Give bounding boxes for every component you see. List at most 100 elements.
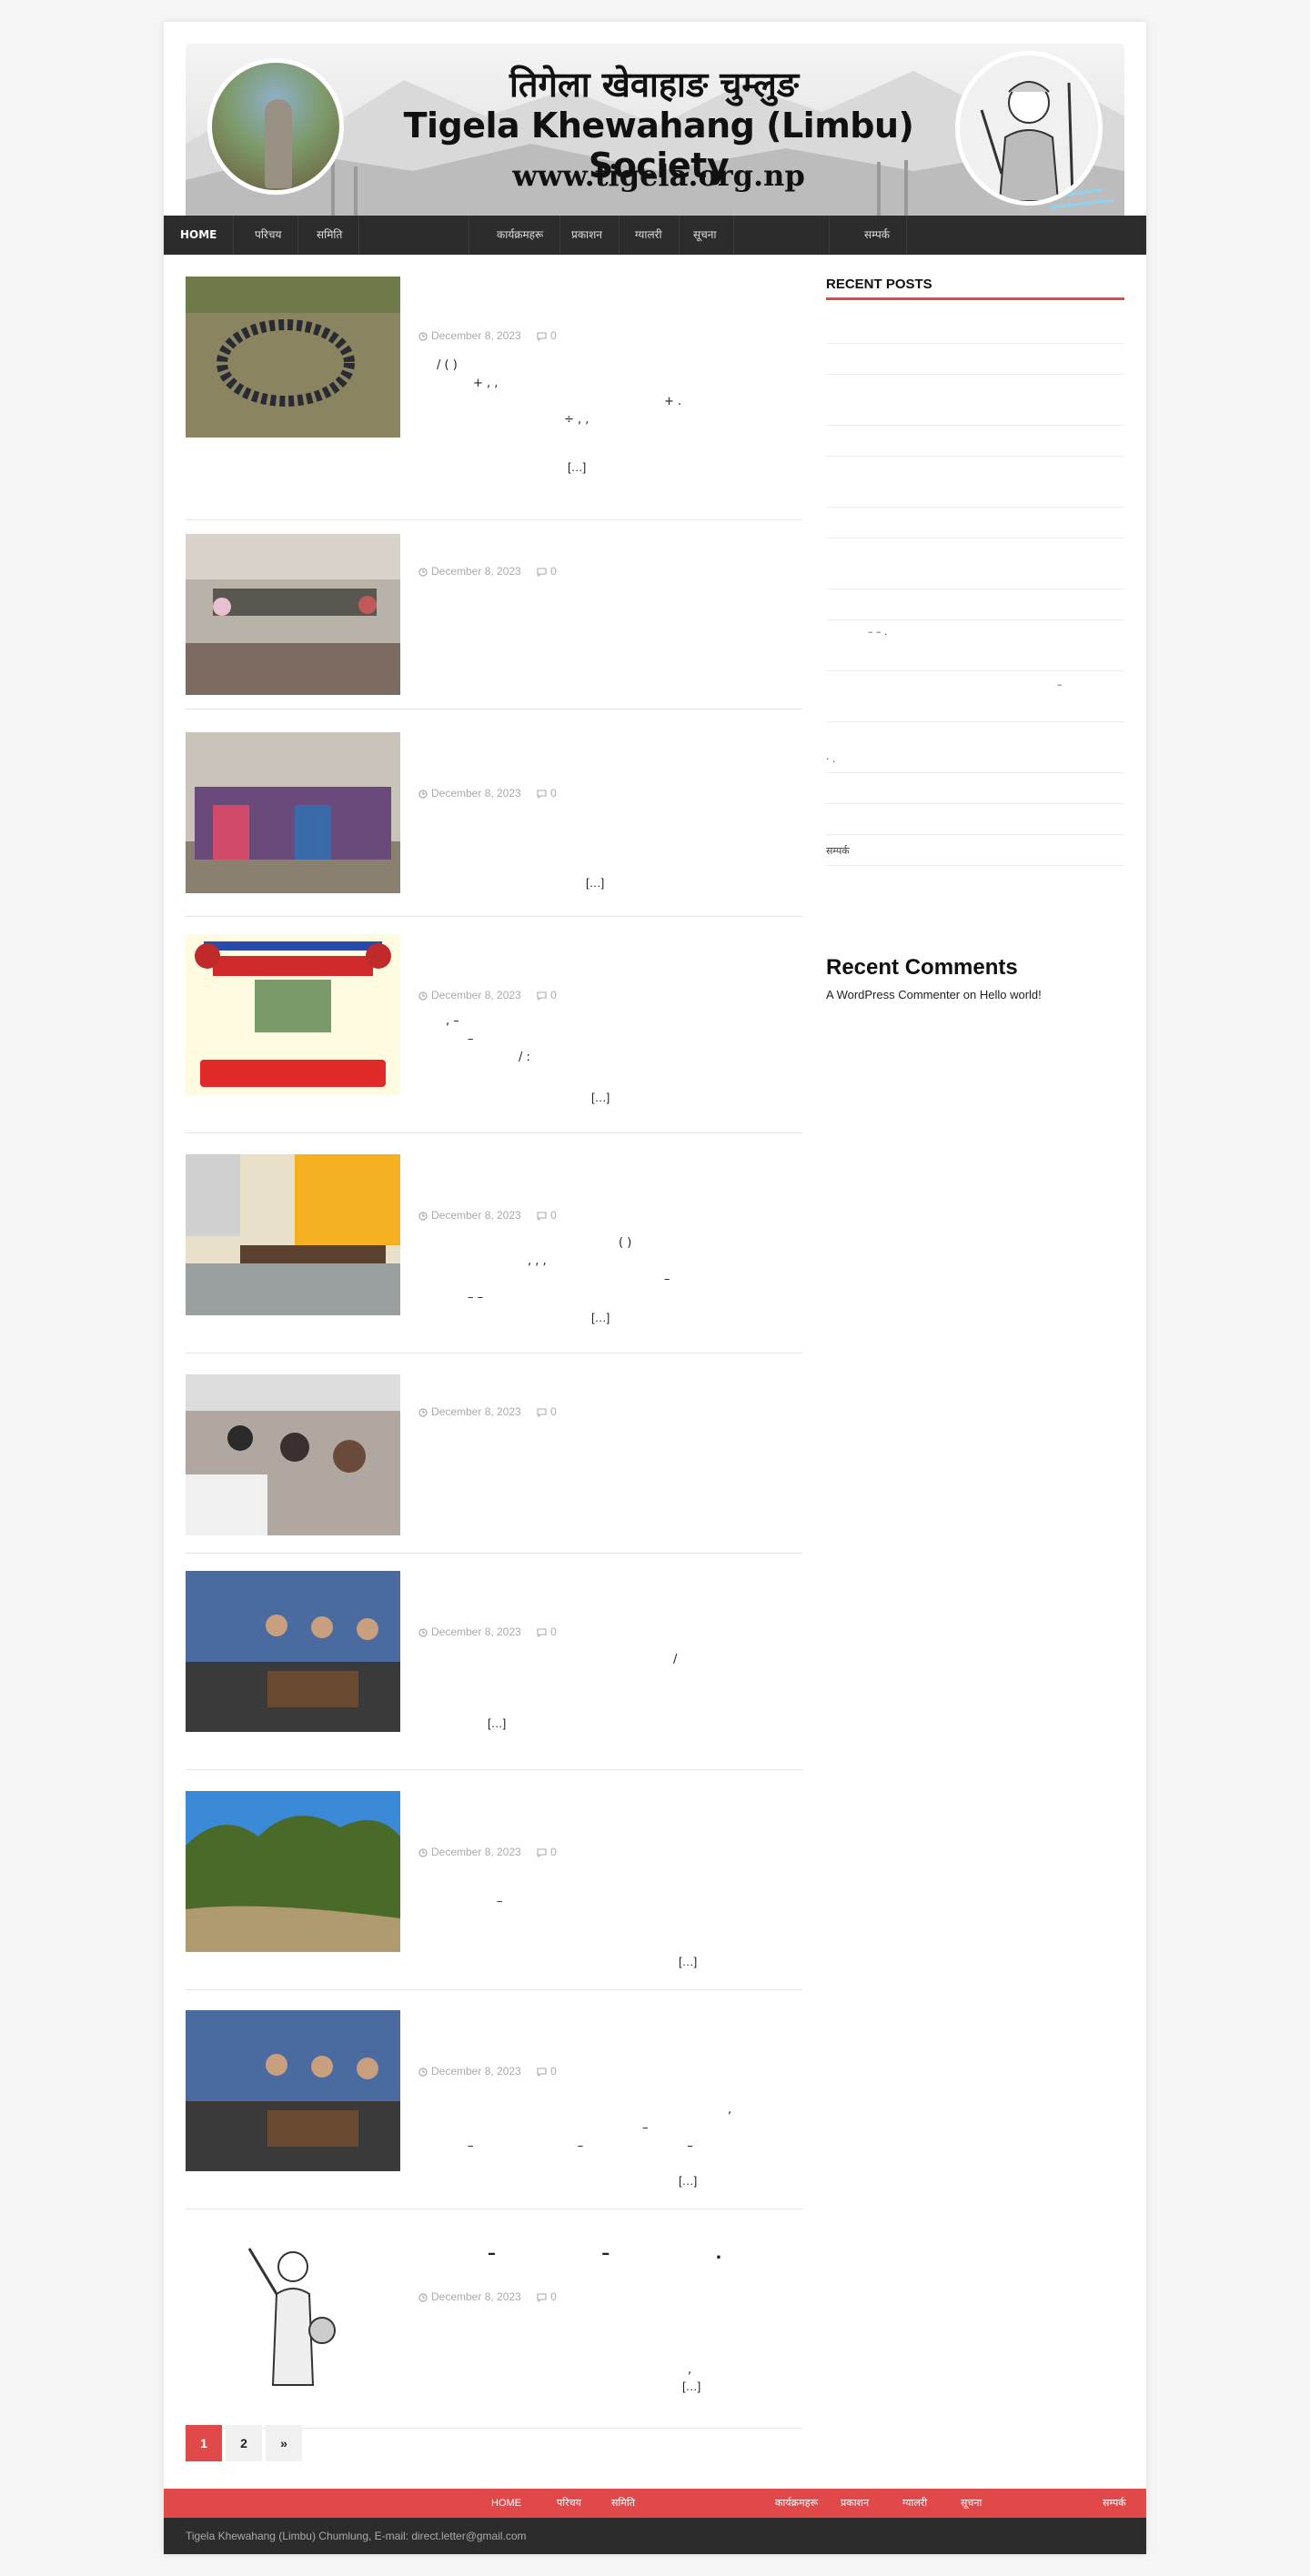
read-more-link[interactable]: […] <box>488 1716 506 1730</box>
post-comments[interactable]: 0 <box>537 2290 557 2303</box>
nav-publications[interactable]: प्रकाशन <box>555 216 620 255</box>
post-comments[interactable]: 0 <box>537 1405 557 1418</box>
post-comments[interactable]: 0 <box>537 1625 557 1638</box>
recent-post-item[interactable] <box>826 426 1124 457</box>
recent-post-item[interactable] <box>826 804 1124 835</box>
post-meta: December 8, 2023 0 <box>418 329 557 342</box>
nav-contact[interactable]: सम्पर्क <box>848 216 907 255</box>
nav-gallery[interactable]: ग्यालरी <box>619 216 680 255</box>
post-thumbnail[interactable] <box>186 2230 400 2391</box>
recent-post-item[interactable]: – <box>826 671 1124 722</box>
post-meta: December 8, 2023 0 <box>418 2065 557 2078</box>
post-thumbnail[interactable] <box>186 1374 400 1535</box>
post-date[interactable]: December 8, 2023 <box>418 565 521 578</box>
recent-post-item[interactable]: · . <box>826 722 1124 773</box>
recent-post-item[interactable] <box>826 457 1124 508</box>
clock-icon <box>418 1212 428 1221</box>
recent-post-item[interactable] <box>826 773 1124 804</box>
recent-post-item[interactable]: सम्पर्क <box>826 835 1124 866</box>
recent-comments-title: Recent Comments <box>826 955 1018 980</box>
meeting-room-photo <box>186 534 400 695</box>
nav-empty-2[interactable] <box>728 216 830 255</box>
post-date[interactable]: December 8, 2023 <box>418 329 521 342</box>
read-more-link[interactable]: […] <box>679 1955 697 1968</box>
post-comments[interactable]: 0 <box>537 329 557 342</box>
post-thumbnail[interactable] <box>186 534 400 695</box>
site-banner[interactable]: तिगेला खेवाहाङ चुम्लुङ Tigela Khewahang … <box>186 44 1124 222</box>
footer-nav-committee[interactable]: समिति <box>611 2489 635 2518</box>
footer-copyright: Tigela Khewahang (Limbu) Chumlung, E-mai… <box>186 2530 527 2542</box>
post-comments[interactable]: 0 <box>537 1209 557 1222</box>
footer-nav-programs[interactable]: कार्यक्रमहरू <box>775 2489 818 2518</box>
post-meta: December 8, 2023 0 <box>418 787 557 800</box>
recent-post-item[interactable] <box>826 313 1124 344</box>
footer-navigation: HOME परिचय समिति कार्यक्रमहरू प्रकाशन ग्… <box>164 2489 1146 2518</box>
post-thumbnail[interactable] <box>186 2010 400 2171</box>
post-date[interactable]: December 8, 2023 <box>418 1846 521 1858</box>
post-date[interactable]: December 8, 2023 <box>418 1209 521 1222</box>
clock-icon <box>418 568 428 577</box>
post-thumbnail[interactable] <box>186 934 400 1095</box>
footer-nav-home[interactable]: HOME <box>491 2489 521 2518</box>
footer-nav-publications[interactable]: प्रकाशन <box>841 2489 869 2518</box>
post-item: December 8, 2023 0 ( ) , , , – – – […] <box>186 1154 802 1353</box>
page-1-button[interactable]: 1 <box>186 2425 222 2461</box>
nav-empty-1[interactable] <box>360 216 469 255</box>
recent-post-item[interactable]: – – . <box>826 620 1124 671</box>
post-date[interactable]: December 8, 2023 <box>418 2290 521 2303</box>
post-item: December 8, 2023 0 <box>186 1374 802 1554</box>
post-comments[interactable]: 0 <box>537 787 557 800</box>
recent-post-item[interactable] <box>826 508 1124 538</box>
footer-nav-contact[interactable]: सम्पर्क <box>1103 2489 1126 2518</box>
post-comments[interactable]: 0 <box>537 989 557 1001</box>
recent-post-item[interactable] <box>826 589 1124 620</box>
footer-nav-about[interactable]: परिचय <box>557 2489 581 2518</box>
post-title-text[interactable]: – – . <box>418 2241 801 2267</box>
nav-notice[interactable]: सूचना <box>677 216 734 255</box>
post-excerpt: , <box>418 2361 801 2380</box>
post-date[interactable]: December 8, 2023 <box>418 1625 521 1638</box>
post-date[interactable]: December 8, 2023 <box>418 787 521 800</box>
warrior-illustration <box>980 81 1074 201</box>
post-thumbnail[interactable] <box>186 1791 400 1952</box>
post-date[interactable]: December 8, 2023 <box>418 989 521 1001</box>
post-thumbnail[interactable] <box>186 277 400 438</box>
post-date[interactable]: December 8, 2023 <box>418 1405 521 1418</box>
next-page-button[interactable]: » <box>266 2425 302 2461</box>
recent-post-item[interactable] <box>826 375 1124 426</box>
post-meta: December 8, 2023 0 <box>418 2290 557 2303</box>
nav-home[interactable]: HOME <box>164 216 235 255</box>
post-comments[interactable]: 0 <box>537 2065 557 2078</box>
read-more-link[interactable]: […] <box>679 2174 697 2188</box>
conference-room-photo <box>186 1154 400 1315</box>
post-comments[interactable]: 0 <box>537 1846 557 1858</box>
nav-about[interactable]: परिचय <box>238 216 299 255</box>
footer-nav-notice[interactable]: सूचना <box>961 2489 982 2518</box>
site-title-nepali: तिगेला खेवाहाङ चुम्लुङ <box>509 65 799 105</box>
post-title[interactable]: – – . <box>418 2241 801 2267</box>
footer-nav-gallery[interactable]: ग्यालरी <box>902 2489 927 2518</box>
comment-post-link[interactable]: Hello world! <box>980 988 1042 1001</box>
excerpt-line: – – – <box>468 2139 693 2153</box>
post-thumbnail[interactable] <box>186 1154 400 1315</box>
read-more-link[interactable]: […] <box>568 460 586 474</box>
read-more-link[interactable]: […] <box>682 2380 700 2393</box>
read-more-link[interactable]: […] <box>586 876 604 890</box>
post-comments[interactable]: 0 <box>537 565 557 578</box>
page-2-button[interactable]: 2 <box>226 2425 262 2461</box>
nav-programs[interactable]: कार्यक्रमहरू <box>480 216 561 255</box>
recent-post-item[interactable] <box>826 344 1124 375</box>
post-excerpt: / ( ) + , , + . ÷ , , <box>418 357 801 429</box>
nav-committee[interactable]: समिति <box>300 216 360 255</box>
clock-icon <box>418 2293 428 2302</box>
recent-post-item[interactable] <box>826 538 1124 589</box>
post-thumbnail[interactable] <box>186 1571 400 1732</box>
circle-gathering-photo <box>186 277 400 438</box>
post-thumbnail[interactable] <box>186 732 400 893</box>
comment-author-link[interactable]: A WordPress Commenter <box>826 988 960 1001</box>
read-more-link[interactable]: […] <box>591 1311 610 1324</box>
post-date[interactable]: December 8, 2023 <box>418 2065 521 2078</box>
read-more-link[interactable]: […] <box>591 1091 610 1104</box>
event-poster-image <box>186 934 400 1095</box>
excerpt-line: – – <box>468 1291 484 1304</box>
